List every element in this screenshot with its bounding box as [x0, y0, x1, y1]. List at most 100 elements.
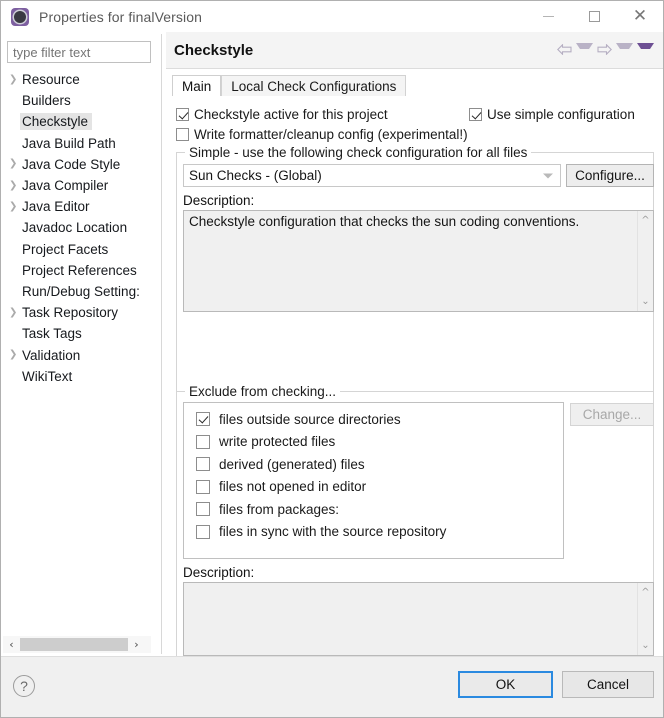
configure-button[interactable]: Configure...: [566, 164, 654, 187]
close-button[interactable]: ✕: [617, 1, 663, 32]
sidebar-item-java-build-path[interactable]: ❯Java Build Path: [1, 133, 166, 154]
sidebar-item-resource[interactable]: ❯ Resource: [1, 69, 166, 90]
filter-input[interactable]: [7, 41, 151, 63]
checkbox-indicator[interactable]: [176, 108, 189, 121]
sidebar-item-label: Run/Debug Setting:: [22, 283, 140, 299]
sidebar-horizontal-scrollbar[interactable]: ‹ ›: [3, 636, 151, 653]
checkbox-indicator[interactable]: [469, 108, 482, 121]
sidebar-item-java-compiler[interactable]: ❯ Java Compiler: [1, 175, 166, 196]
checkbox-label: Use simple configuration: [487, 107, 635, 122]
sidebar-item-task-repository[interactable]: ❯ Task Repository: [1, 302, 166, 323]
check-configuration-combo[interactable]: Sun Checks - (Global): [183, 164, 561, 187]
checkbox-indicator[interactable]: [196, 434, 210, 449]
sidebar-item-validation[interactable]: ❯ Validation: [1, 344, 166, 365]
checkbox-indicator[interactable]: [196, 479, 210, 494]
sidebar-item-wikitext[interactable]: ❯WikiText: [1, 366, 166, 387]
checkbox-indicator[interactable]: [196, 412, 210, 427]
properties-gear-icon: [10, 7, 30, 27]
sidebar-item-label: WikiText: [22, 368, 73, 384]
help-icon[interactable]: ?: [13, 675, 35, 697]
tab-main[interactable]: Main: [172, 75, 222, 97]
sidebar-item-label: Javadoc Location: [22, 220, 128, 236]
sidebar-item-java-editor[interactable]: ❯ Java Editor: [1, 196, 166, 217]
description-text: Checkstyle configuration that checks the…: [189, 214, 580, 229]
chevron-down-icon[interactable]: [576, 43, 593, 55]
exclude-list-item[interactable]: files outside source directories: [184, 408, 563, 431]
description-scrollbar[interactable]: ^ ⌄: [637, 583, 653, 655]
chevron-down-icon[interactable]: ⌄: [638, 638, 653, 653]
chevron-up-icon[interactable]: ^: [638, 213, 653, 228]
sidebar-item-label: Checkstyle: [20, 113, 93, 131]
tab-bar: Main Local Check Configurations: [172, 74, 657, 97]
scrollbar-thumb[interactable]: [20, 638, 128, 651]
page-header: Checkstyle: [166, 32, 663, 69]
chevron-down-icon[interactable]: ⌄: [638, 294, 653, 309]
description-scrollbar[interactable]: ^ ⌄: [637, 211, 653, 311]
exclude-list-item-label: files not opened in editor: [219, 479, 367, 495]
chevron-left-icon[interactable]: ‹: [3, 636, 20, 653]
sidebar-item-label: Builders: [22, 93, 71, 109]
sidebar-item-label: Java Compiler: [22, 178, 109, 194]
arrow-back-icon[interactable]: [557, 43, 572, 55]
checkbox-indicator[interactable]: [196, 502, 210, 517]
sidebar-item-label: Java Build Path: [22, 135, 116, 151]
minimize-button[interactable]: [525, 1, 571, 32]
exclude-list-item[interactable]: files from packages:: [184, 498, 563, 521]
maximize-button[interactable]: [571, 1, 617, 32]
tab-local-check-configurations[interactable]: Local Check Configurations: [221, 75, 407, 97]
exclude-list-item-label: files outside source directories: [219, 411, 401, 427]
group-title: Exclude from checking...: [185, 384, 341, 399]
sidebar-item-run-debug-setting[interactable]: ❯Run/Debug Setting:: [1, 281, 166, 302]
arrow-forward-icon[interactable]: [597, 43, 612, 55]
sidebar-item-javadoc-location[interactable]: ❯Javadoc Location: [1, 217, 166, 238]
checkbox-write-formatter-config[interactable]: Write formatter/cleanup config (experime…: [176, 127, 468, 142]
exclude-description-text: ^ ⌄: [183, 582, 654, 656]
window-controls: ✕: [525, 1, 663, 32]
exclude-list-item-label: write protected files: [219, 434, 336, 450]
checkbox-indicator[interactable]: [196, 524, 210, 539]
checkbox-checkstyle-active[interactable]: Checkstyle active for this project: [176, 107, 388, 122]
expand-chevron-icon[interactable]: ❯: [9, 159, 22, 169]
expand-chevron-icon[interactable]: ❯: [9, 201, 22, 212]
checkbox-indicator[interactable]: [196, 457, 210, 472]
chevron-down-filled-icon[interactable]: [637, 43, 654, 55]
page-title: Checkstyle: [174, 42, 254, 59]
sidebar-item-checkstyle[interactable]: ❯Checkstyle: [1, 111, 166, 132]
checkbox-use-simple-configuration[interactable]: Use simple configuration: [469, 107, 635, 122]
sidebar-item-task-tags[interactable]: ❯Task Tags: [1, 323, 166, 344]
exclude-list-item[interactable]: files in sync with the source repository: [184, 521, 563, 544]
exclude-list-item[interactable]: write protected files: [184, 431, 563, 454]
dialog-footer: ? OK Cancel: [1, 656, 663, 717]
checkbox-indicator[interactable]: [176, 128, 189, 141]
expand-chevron-icon[interactable]: ❯: [9, 74, 22, 85]
exclude-list-item-label: files from packages:: [219, 501, 340, 517]
cancel-button[interactable]: Cancel: [562, 671, 654, 698]
exclude-list-item[interactable]: files not opened in editor: [184, 476, 563, 499]
sidebar-item-java-code-style[interactable]: ❯ Java Code Style: [1, 154, 166, 175]
checkbox-label: Checkstyle active for this project: [194, 107, 388, 122]
settings-tree[interactable]: ❯Resource❯Builders❯Checkstyle❯Java Build…: [1, 69, 166, 624]
exclude-filters-list[interactable]: files outside source directories write pr…: [183, 402, 564, 559]
page-navigation: [557, 43, 654, 55]
expand-chevron-icon[interactable]: ❯: [9, 307, 22, 318]
chevron-up-icon[interactable]: ^: [638, 585, 653, 600]
sidebar-item-project-facets[interactable]: ❯Project Facets: [1, 239, 166, 260]
chevron-down-icon[interactable]: [543, 173, 553, 178]
sidebar-item-project-references[interactable]: ❯Project References: [1, 260, 166, 281]
chevron-right-icon[interactable]: ›: [128, 636, 145, 653]
sidebar-item-label: Task Tags: [22, 326, 82, 342]
sidebar-item-label: Validation: [22, 347, 81, 363]
expand-chevron-icon[interactable]: ❯: [9, 180, 22, 191]
chevron-down-icon[interactable]: [616, 43, 633, 55]
expand-chevron-icon[interactable]: ❯: [9, 350, 22, 360]
change-button[interactable]: Change...: [570, 403, 654, 426]
tab-underline: [172, 96, 657, 97]
ok-button[interactable]: OK: [458, 671, 553, 698]
sidebar-item-builders[interactable]: ❯Builders: [1, 90, 166, 111]
exclude-list-item-label: files in sync with the source repository: [219, 524, 447, 540]
settings-sidebar: ❯Resource❯Builders❯Checkstyle❯Java Build…: [1, 32, 166, 657]
exclude-list-item[interactable]: derived (generated) files: [184, 453, 563, 476]
sidebar-item-label: Java Code Style: [22, 156, 121, 172]
sidebar-item-label: Java Editor: [22, 199, 90, 215]
group-title: Simple - use the following check configu…: [185, 145, 532, 160]
